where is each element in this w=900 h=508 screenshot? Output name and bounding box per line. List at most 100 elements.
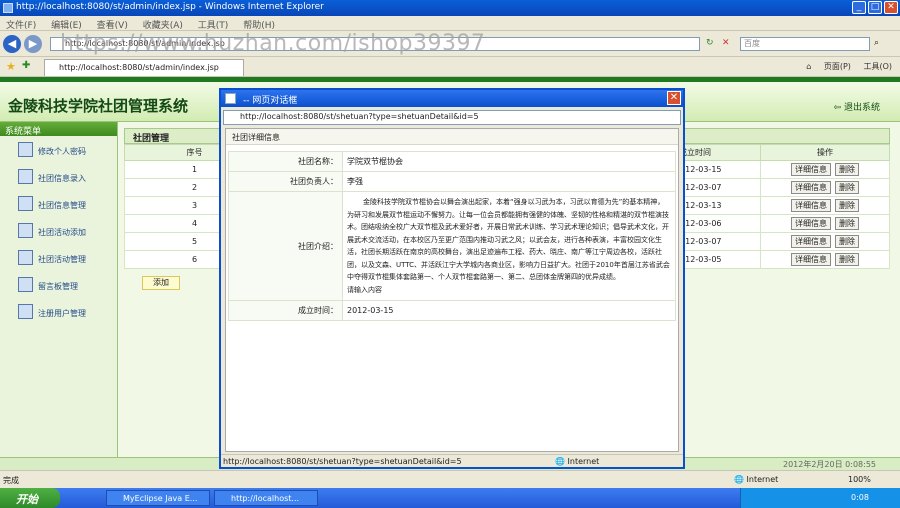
delete-button[interactable]: 删除	[835, 217, 859, 230]
browser-title-bar: http://localhost:8080/st/admin/index.jsp…	[0, 0, 900, 16]
dialog-status-url: http://localhost:8080/st/shetuan?type=sh…	[223, 457, 462, 466]
detail-button[interactable]: 详细信息	[791, 181, 831, 194]
forward-icon[interactable]: ▶	[24, 35, 42, 53]
zoom-control[interactable]: 100%	[848, 475, 871, 484]
home-icon[interactable]: ⌂	[806, 62, 811, 71]
taskbar-item-myeclipse[interactable]: MyEclipse Java E...	[106, 490, 210, 506]
dialog-title-bar: -- 网页对话框 ✕	[221, 90, 683, 107]
dialog-icon	[225, 93, 236, 104]
menu-tools[interactable]: 工具(T)	[198, 21, 229, 31]
time-label: 成立时间：	[228, 300, 343, 321]
delete-button[interactable]: 删除	[835, 253, 859, 266]
detail-button[interactable]: 详细信息	[791, 217, 831, 230]
logout-link[interactable]: ⇦ 退出系统	[834, 100, 880, 113]
status-bar: 完成 🌐 Internet 100%	[0, 470, 900, 488]
row-time: 2012-03-15	[674, 160, 761, 179]
intro-tail: 请输入内容	[347, 285, 382, 294]
menu-item-icon	[18, 169, 33, 184]
leader-label: 社团负责人：	[228, 171, 343, 192]
sidebar-item-password[interactable]: 修改个人密码	[0, 136, 117, 163]
menu-bar: 文件(F) 编辑(E) 查看(V) 收藏夹(A) 工具(T) 帮助(H)	[0, 16, 900, 31]
delete-button[interactable]: 删除	[835, 163, 859, 176]
taskbar-item-ie[interactable]: http://localhost...	[214, 490, 318, 506]
command-bar: ⌂ 页面(P) 工具(O)	[796, 61, 892, 72]
intro-label: 社团介绍：	[228, 191, 343, 301]
window-title: http://localhost:8080/st/admin/index.jsp…	[16, 2, 324, 12]
sidebar-item-label: 留言板管理	[38, 282, 78, 291]
menu-edit[interactable]: 编辑(E)	[51, 21, 82, 31]
dialog-address-text: http://localhost:8080/st/shetuan?type=sh…	[240, 112, 479, 121]
sidebar-item-club-manage[interactable]: 社团信息管理	[0, 190, 117, 217]
intro-text: 金陵科技学院双节棍协会以舞会演出起家，本着“强身以习武为本，习武以育德为先”的基…	[347, 198, 670, 281]
add-button[interactable]: 添加	[142, 276, 180, 290]
menu-favorites[interactable]: 收藏夹(A)	[143, 21, 183, 31]
add-favorite-icon[interactable]: ✚	[22, 60, 30, 71]
delete-button[interactable]: 删除	[835, 181, 859, 194]
watermark: https://www.huzhan.com/ishop39397	[60, 31, 486, 56]
detail-button[interactable]: 详细信息	[791, 253, 831, 266]
sidebar-item-users[interactable]: 注册用户管理	[0, 298, 117, 325]
dialog-status-bar: http://localhost:8080/st/shetuan?type=sh…	[221, 454, 683, 467]
menu-item-icon	[18, 196, 33, 211]
page-menu[interactable]: 页面(P)	[824, 62, 851, 71]
start-button[interactable]: 开始	[0, 488, 60, 508]
row-time: 2012-03-07	[674, 178, 761, 197]
footer-time: 2012年2月20日 0:08:55	[782, 460, 876, 469]
col-time: 成立时间	[674, 144, 761, 161]
maximize-button[interactable]: □	[868, 1, 882, 14]
sidebar-item-activity-manage[interactable]: 社团活动管理	[0, 244, 117, 271]
sidebar-item-label: 社团活动管理	[38, 255, 86, 264]
sidebar-item-messages[interactable]: 留言板管理	[0, 271, 117, 298]
zone-indicator: 🌐 Internet	[734, 475, 779, 484]
close-button[interactable]: ✕	[884, 1, 898, 14]
row-time: 2012-03-06	[674, 214, 761, 233]
stop-icon[interactable]: ✕	[722, 38, 730, 48]
sidebar-item-label: 社团信息录入	[38, 174, 86, 183]
web-dialog: -- 网页对话框 ✕ http://localhost:8080/st/shet…	[219, 88, 685, 469]
dialog-zone-label: Internet	[567, 457, 600, 466]
logout-label: 退出系统	[843, 103, 880, 113]
tools-menu[interactable]: 工具(O)	[863, 62, 892, 71]
detail-button[interactable]: 详细信息	[791, 163, 831, 176]
delete-button[interactable]: 删除	[835, 199, 859, 212]
dialog-address: http://localhost:8080/st/shetuan?type=sh…	[223, 110, 681, 125]
dialog-close-button[interactable]: ✕	[667, 91, 681, 105]
sidebar-item-label: 修改个人密码	[38, 147, 86, 156]
search-input[interactable]: 百度	[740, 37, 870, 51]
dialog-zone: 🌐 Internet	[555, 457, 600, 466]
sidebar-item-label: 社团信息管理	[38, 201, 86, 210]
menu-item-icon	[18, 142, 33, 157]
sidebar: 系统菜单 修改个人密码 社团信息录入 社团信息管理 社团活动添加 社团活动管理 …	[0, 122, 118, 462]
menu-item-icon	[18, 250, 33, 265]
detail-header: 社团详细信息	[226, 129, 678, 145]
browser-tab[interactable]: http://localhost:8080/st/admin/index.jsp	[44, 59, 244, 76]
menu-item-icon	[18, 223, 33, 238]
detail-button[interactable]: 详细信息	[791, 235, 831, 248]
favorites-bar: ★ ✚ http://localhost:8080/st/admin/index…	[0, 57, 900, 77]
sidebar-item-activity-add[interactable]: 社团活动添加	[0, 217, 117, 244]
sidebar-title: 系统菜单	[0, 122, 117, 137]
back-icon[interactable]: ◀	[3, 35, 21, 53]
menu-help[interactable]: 帮助(H)	[243, 21, 275, 31]
menu-view[interactable]: 查看(V)	[97, 21, 128, 31]
dialog-title: -- 网页对话框	[243, 96, 298, 106]
search-icon[interactable]: ⌕	[874, 38, 879, 48]
detail-button[interactable]: 详细信息	[791, 199, 831, 212]
menu-item-icon	[18, 277, 33, 292]
sidebar-item-club-add[interactable]: 社团信息录入	[0, 163, 117, 190]
detail-table: 社团名称： 学院双节棍协会 社团负责人： 李强 社团介绍： 金陵科技学院双节棍协…	[228, 151, 676, 321]
app-title: 金陵科技学院社团管理系统	[8, 97, 189, 115]
clock: 0:08	[851, 493, 869, 502]
delete-button[interactable]: 删除	[835, 235, 859, 248]
col-op: 操作	[760, 144, 890, 161]
favorites-star-icon[interactable]: ★	[6, 60, 16, 73]
refresh-icon[interactable]: ↻	[706, 38, 714, 48]
row-time: 2012-03-05	[674, 250, 761, 269]
name-value: 学院双节棍协会	[342, 151, 676, 172]
time-value: 2012-03-15	[342, 300, 676, 321]
taskbar: 开始 MyEclipse Java E... http://localhost.…	[0, 488, 900, 508]
minimize-button[interactable]: _	[852, 1, 866, 14]
menu-file[interactable]: 文件(F)	[6, 21, 36, 31]
zone-label: Internet	[746, 475, 779, 484]
row-time: 2012-03-07	[674, 232, 761, 251]
